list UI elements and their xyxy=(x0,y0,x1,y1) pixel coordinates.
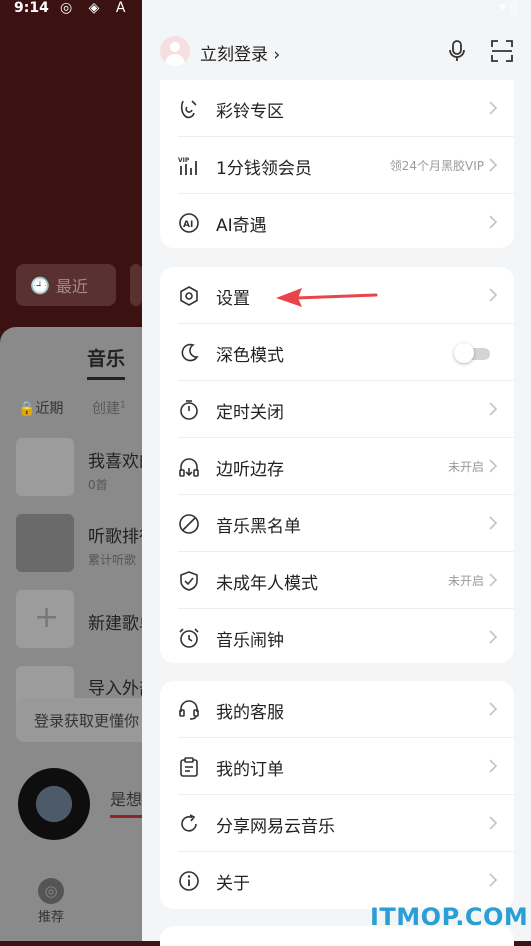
chevron-right-icon: › xyxy=(268,45,281,65)
tab-recommend[interactable]: 推荐 xyxy=(38,906,64,925)
shield-check-icon xyxy=(180,571,198,591)
player-song-text: 是想 xyxy=(110,790,143,809)
recent-button[interactable]: 🕘 最近 xyxy=(16,264,116,306)
chevron-right-icon xyxy=(489,158,498,172)
avatar[interactable] xyxy=(160,36,190,66)
drawer-header: 立刻登录 › xyxy=(142,30,531,74)
player-progress xyxy=(110,815,142,818)
tab-music[interactable]: 音乐 xyxy=(87,344,125,371)
menu-item-label: 彩铃专区 xyxy=(216,102,284,122)
status-time: 9:14 xyxy=(14,0,49,16)
list-item-cover[interactable] xyxy=(16,514,74,572)
block-icon xyxy=(179,514,199,534)
menu-item-about[interactable]: 关于 xyxy=(160,852,514,909)
player-disc[interactable] xyxy=(18,768,90,840)
menu-item-sub: 未开启 xyxy=(447,460,484,474)
chevron-right-icon xyxy=(489,759,498,773)
login-link[interactable]: 立刻登录 › xyxy=(200,40,280,65)
menu-item-label: 分享网易云音乐 xyxy=(216,817,335,837)
settings-icon xyxy=(180,286,198,306)
chevron-right-icon xyxy=(489,630,498,644)
recent-button-label: 最近 xyxy=(55,277,88,296)
annotation-arrow-icon xyxy=(276,288,378,307)
menu-item-label: 音乐闹钟 xyxy=(216,631,284,651)
drawer-group-2: 设置 深色模式 定时关闭 边听边存 未开启 音乐黑名单 未成年人模式 未开启 音… xyxy=(160,267,514,663)
menu-item-sub: 未开启 xyxy=(447,574,484,588)
clock-icon: 🕘 xyxy=(30,275,50,295)
chevron-right-icon xyxy=(489,516,498,530)
list-item-cover[interactable] xyxy=(16,438,74,496)
chevron-right-icon xyxy=(489,573,498,587)
microphone-icon[interactable] xyxy=(444,38,470,64)
chip-create-label: 创建 xyxy=(92,401,120,417)
background-button-2[interactable] xyxy=(130,264,142,306)
recommend-icon[interactable]: ◎ xyxy=(38,878,64,904)
customer-service-icon xyxy=(179,700,199,720)
dark-mode-toggle[interactable] xyxy=(454,343,492,363)
menu-item-orders[interactable]: 我的订单 xyxy=(160,738,514,795)
menu-item-label: 音乐黑名单 xyxy=(216,517,301,537)
toggle-knob xyxy=(454,343,474,363)
share-icon xyxy=(181,814,197,832)
lock-icon: 🔒 xyxy=(18,401,36,417)
menu-item-sleep-timer[interactable]: 定时关闭 xyxy=(160,381,514,438)
chevron-right-icon xyxy=(489,402,498,416)
menu-item-sub: 领24个月黑胶VIP xyxy=(389,159,484,173)
menu-item-listen-cache[interactable]: 边听边存 未开启 xyxy=(160,438,514,495)
svg-text:AI: AI xyxy=(183,220,193,230)
menu-item-label: 定时关闭 xyxy=(216,403,284,423)
menu-item-label: 我的客服 xyxy=(216,703,284,723)
drawer-group-3: 我的客服 我的订单 分享网易云音乐 关于 xyxy=(160,681,514,909)
tab-music-underline xyxy=(87,377,125,380)
alarm-icon xyxy=(179,628,199,648)
chevron-right-icon xyxy=(489,288,498,302)
chevron-right-icon xyxy=(489,873,498,887)
plus-icon: + xyxy=(34,600,60,635)
login-link-label: 立刻登录 xyxy=(200,45,268,65)
menu-item-label: 1分钱领会员 xyxy=(216,159,312,179)
list-item-sub: 累计听歌 xyxy=(88,553,137,567)
status-right-icons: ▾ ▯ xyxy=(499,0,517,15)
menu-item-label: 关于 xyxy=(216,874,250,894)
drawer-group-1: 彩铃专区 VIP 1分钱领会员 领24个月黑胶VIP AI AI奇遇 xyxy=(160,80,514,248)
side-drawer: ▾ ▯ 立刻登录 › 彩铃专区 VIP 1分钱领会员 领24个月黑胶VIP AI… xyxy=(142,0,531,946)
scan-icon[interactable] xyxy=(489,38,515,64)
chevron-right-icon xyxy=(489,101,498,115)
menu-item-label: AI奇遇 xyxy=(216,216,267,236)
menu-item-share[interactable]: 分享网易云音乐 xyxy=(160,795,514,852)
vip-icon: VIP xyxy=(178,157,197,175)
menu-item-ringtone[interactable]: 彩铃专区 xyxy=(160,80,514,137)
menu-item-ai[interactable]: AI AI奇遇 xyxy=(160,194,514,251)
menu-item-label: 未成年人模式 xyxy=(216,574,318,594)
chip-recent-label: 近期 xyxy=(35,401,64,417)
info-icon xyxy=(179,871,199,891)
chevron-right-icon xyxy=(489,459,498,473)
menu-item-minor-mode[interactable]: 未成年人模式 未开启 xyxy=(160,552,514,609)
timer-icon xyxy=(180,400,198,420)
chevron-right-icon xyxy=(489,215,498,229)
chevron-right-icon xyxy=(489,702,498,716)
menu-item-label: 深色模式 xyxy=(216,346,284,366)
headphone-download-icon xyxy=(179,458,199,477)
chip-create[interactable]: 创建1 xyxy=(92,398,126,418)
menu-item-customer-service[interactable]: 我的客服 xyxy=(160,681,514,738)
menu-item-vip[interactable]: VIP 1分钱领会员 领24个月黑胶VIP xyxy=(160,137,514,194)
list-item-cover[interactable]: + xyxy=(16,590,74,648)
order-icon xyxy=(180,757,198,777)
watermark: ITMOP.COM xyxy=(370,903,529,931)
menu-item-dark-mode[interactable]: 深色模式 xyxy=(160,324,514,381)
menu-item-label: 我的订单 xyxy=(216,760,284,780)
chip-create-count: 1 xyxy=(120,400,126,411)
svg-text:VIP: VIP xyxy=(178,157,190,164)
list-item-sub: 0首 xyxy=(88,478,108,492)
menu-item-label: 设置 xyxy=(216,289,250,309)
chip-recent[interactable]: 🔒近期 xyxy=(18,398,63,418)
ringtone-icon xyxy=(180,100,197,119)
menu-item-blacklist[interactable]: 音乐黑名单 xyxy=(160,495,514,552)
moon-icon xyxy=(181,343,199,362)
ai-icon: AI xyxy=(179,213,199,233)
menu-item-label: 边听边存 xyxy=(216,460,284,480)
menu-item-music-alarm[interactable]: 音乐闹钟 xyxy=(160,609,514,666)
chevron-right-icon xyxy=(489,816,498,830)
